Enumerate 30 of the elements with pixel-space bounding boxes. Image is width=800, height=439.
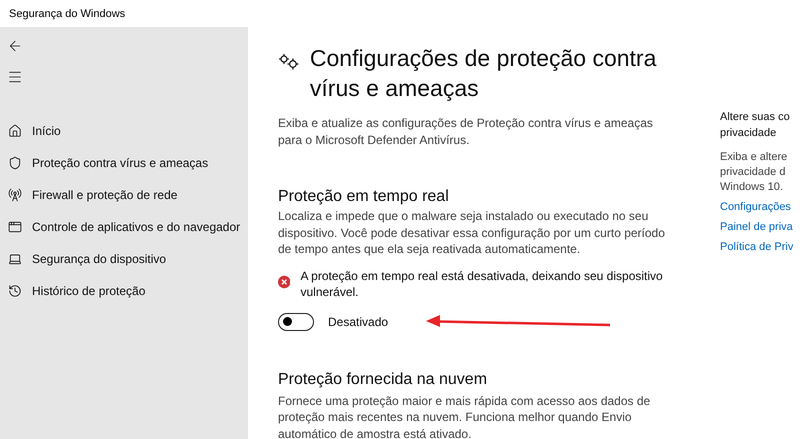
error-icon	[278, 274, 290, 288]
toggle-switch[interactable]	[278, 312, 314, 330]
toggle-label: Desativado	[328, 314, 388, 328]
section-description: Fornece uma proteção maior e mais rápida com acesso aos dados de proteção mais recentes na nuvem. Funciona melhor quando Envio automático de amostra está ativado.	[278, 392, 652, 439]
gears-icon	[278, 53, 300, 71]
privacy-link[interactable]: Política de Priv	[720, 240, 800, 255]
sidebar-item[interactable]: Histórico de proteção	[0, 275, 248, 307]
sidebar-item[interactable]: Início	[0, 115, 248, 147]
section-description: Localiza e impede que o malware seja instalado ou executado no seu dispositivo. Você pode desativar essa configuração por um curto período de tempo antes que ela seja reativada automaticamente.	[278, 208, 666, 258]
page-description: Exiba e atualize as configurações de Proteção contra vírus e ameaças para o Microsoft Defender Antivírus.	[278, 115, 654, 148]
section-title: Proteção fornecida na nuvem	[278, 370, 488, 390]
history-icon	[8, 284, 22, 298]
sidebar-item[interactable]: Proteção contra vírus e ameaças	[0, 147, 248, 179]
warning-message: A proteção em tempo real está desativada, deixando seu dispositivo vulnerável.	[300, 268, 664, 300]
window-icon	[8, 220, 22, 234]
sidebar-item[interactable]: Firewall e proteção de rede	[0, 179, 248, 211]
sidebar-item[interactable]: Controle de aplicativos e do navegador	[0, 211, 248, 243]
privacy-link[interactable]: Painel de priva	[720, 220, 800, 235]
section-title: Proteção em tempo real	[278, 187, 450, 207]
antenna-icon	[8, 188, 22, 202]
sidebar-item[interactable]: Segurança do dispositivo	[0, 243, 248, 275]
sidebar-heading: privacidade	[720, 126, 778, 141]
sidebar-heading: Altere suas co	[720, 110, 791, 125]
page-title: Configurações de proteção contra vírus e ameaças	[310, 44, 658, 103]
menu-icon	[7, 69, 23, 85]
privacy-link[interactable]: Configurações	[720, 200, 800, 215]
home-icon	[8, 124, 22, 138]
shield-icon	[8, 156, 22, 170]
sidebar-text: Exiba e altere privacidade d Windows 10.	[720, 150, 788, 195]
laptop-icon	[8, 252, 22, 266]
